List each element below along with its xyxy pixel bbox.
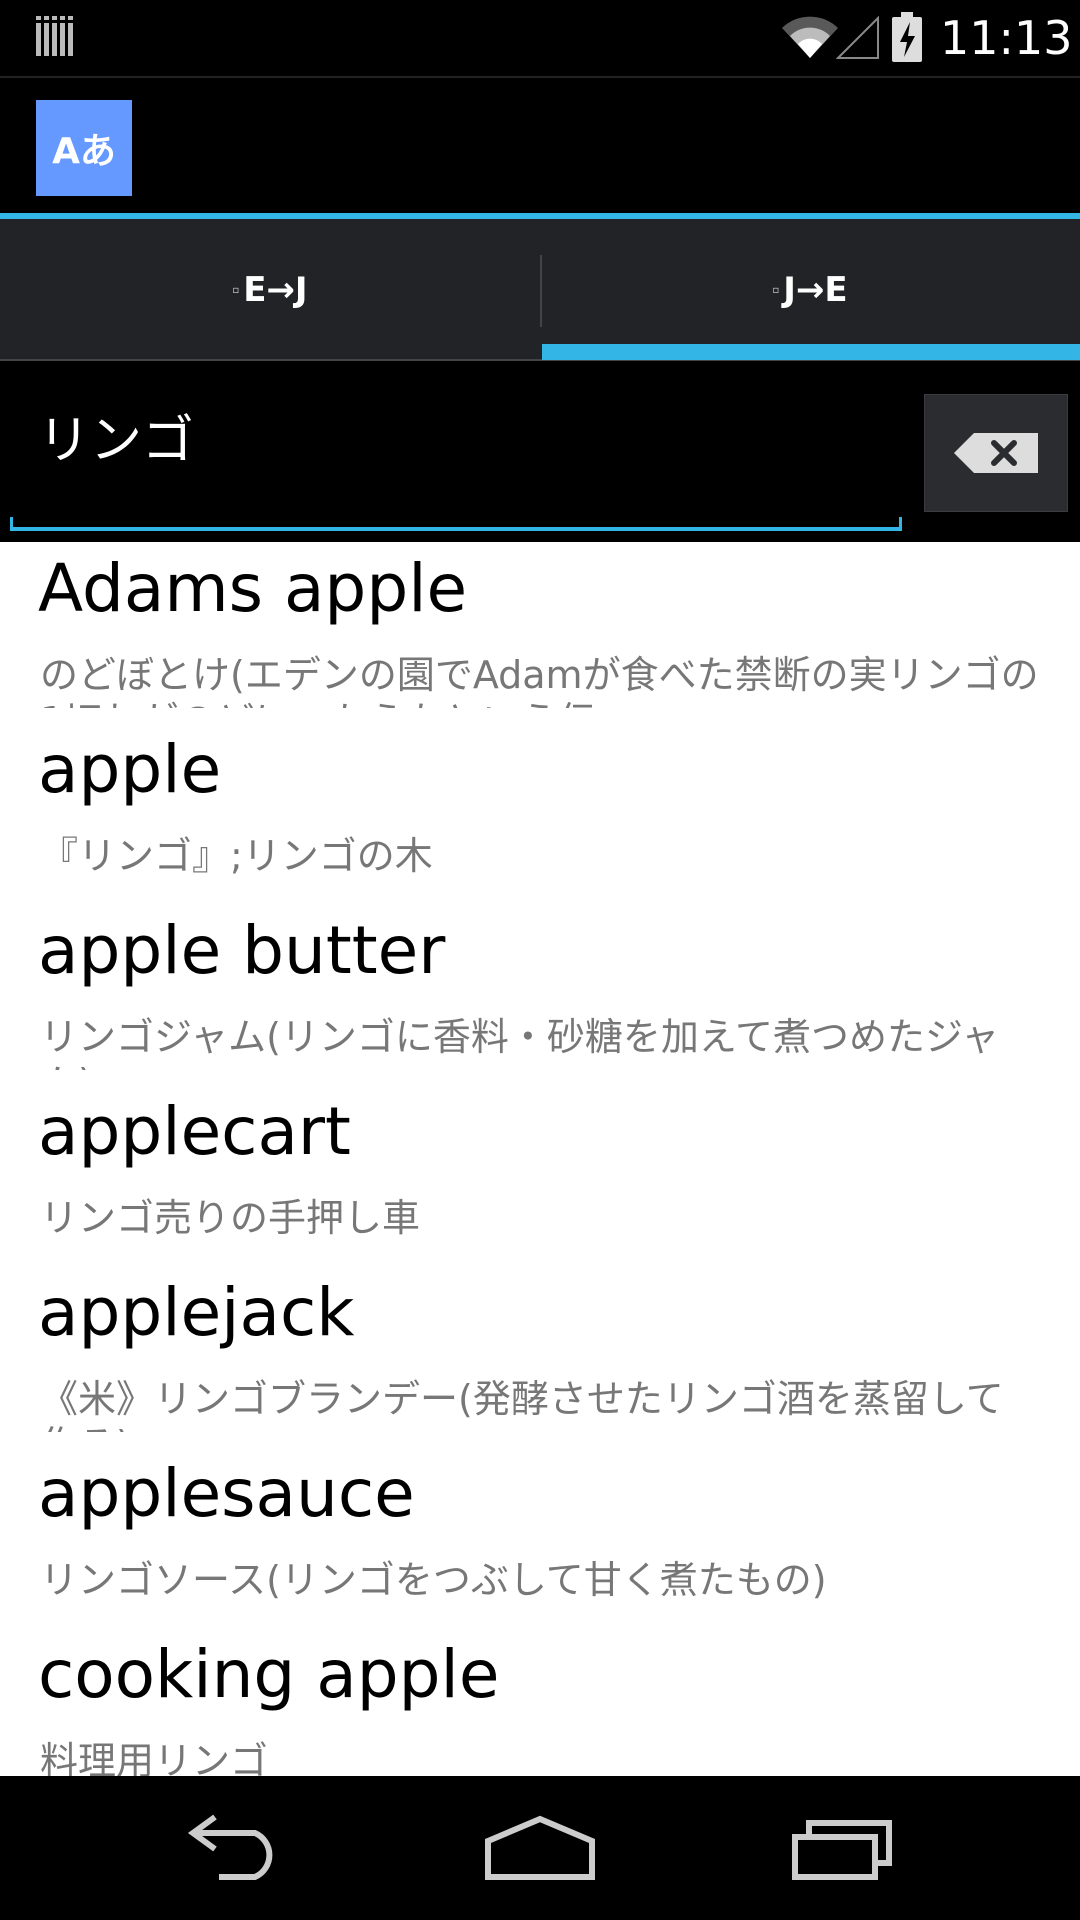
list-item[interactable]: applejack 《米》リンゴブランデー(発酵させたリンゴ酒を蒸留して作る) xyxy=(0,1266,1080,1447)
tab-j-to-e[interactable]: ▫ J→E xyxy=(540,219,1080,361)
result-definition: 料理用リンゴ xyxy=(40,1739,269,1776)
backspace-icon xyxy=(954,433,1038,473)
app-root: 11:13 Aあ ▫ E→J ▫ J→E Adams appl xyxy=(0,0,1080,1920)
recents-button[interactable] xyxy=(784,1798,904,1898)
result-word: applecart xyxy=(38,1093,351,1170)
search-area xyxy=(0,361,1080,542)
list-item[interactable]: apple 『リンゴ』;リンゴの木 xyxy=(0,723,1080,904)
result-definition: リンゴジャム(リンゴに香料・砂糖を加えて煮つめたジャム) xyxy=(40,1015,1000,1070)
list-item[interactable]: applecart リンゴ売りの手押し車 xyxy=(0,1085,1080,1266)
list-item[interactable]: applesauce リンゴソース(リンゴをつぶして甘く煮たもの) xyxy=(0,1447,1080,1628)
home-button[interactable] xyxy=(480,1798,600,1898)
status-time: 11:13 xyxy=(940,11,1073,65)
list-item[interactable]: Adams apple のどぼとけ(エデンの園でAdamが食べた禁断の実リンゴの… xyxy=(0,542,1080,723)
result-word: apple butter xyxy=(38,912,446,989)
notification-icon xyxy=(36,16,73,56)
tab-e-to-j[interactable]: ▫ E→J xyxy=(0,219,540,361)
results-list: Adams apple のどぼとけ(エデンの園でAdamが食べた禁断の実リンゴの… xyxy=(0,542,1080,1776)
battery-charging-icon xyxy=(892,12,922,62)
action-bar: Aあ xyxy=(0,76,1080,216)
result-word: apple xyxy=(38,731,222,808)
search-input[interactable] xyxy=(10,379,900,491)
navigation-bar xyxy=(0,1776,1080,1920)
back-button[interactable] xyxy=(180,1798,300,1898)
result-definition: リンゴソース(リンゴをつぶして甘く煮たもの) xyxy=(40,1558,827,1602)
back-icon xyxy=(187,1814,273,1880)
tab-bar: ▫ E→J ▫ J→E xyxy=(0,219,1080,361)
search-underline xyxy=(10,517,902,531)
result-definition: 『リンゴ』;リンゴの木 xyxy=(40,834,433,878)
result-definition: のどぼとけ(エデンの園でAdamが食べた禁断の実リンゴの1切れがのどにつかえたと… xyxy=(40,653,1039,708)
tab-label: J→E xyxy=(783,270,848,310)
result-word: cooking apple xyxy=(38,1636,500,1713)
app-icon[interactable]: Aあ xyxy=(36,100,132,196)
status-bar: 11:13 xyxy=(0,0,1080,76)
wifi-icon xyxy=(782,16,838,59)
tab-mini-icon: ▫ xyxy=(232,284,240,296)
list-item[interactable]: cooking apple 料理用リンゴ xyxy=(0,1628,1080,1776)
tab-mini-icon: ▫ xyxy=(772,284,780,296)
result-word: applejack xyxy=(38,1274,355,1351)
recents-icon xyxy=(792,1820,892,1880)
home-icon xyxy=(485,1815,595,1880)
result-definition: 《米》リンゴブランデー(発酵させたリンゴ酒を蒸留して作る) xyxy=(40,1377,1004,1432)
tab-label: E→J xyxy=(243,270,308,310)
signal-icon xyxy=(836,16,879,59)
clear-search-button[interactable] xyxy=(924,394,1068,512)
list-item[interactable]: apple butter リンゴジャム(リンゴに香料・砂糖を加えて煮つめたジャム… xyxy=(0,904,1080,1085)
result-definition: リンゴ売りの手押し車 xyxy=(40,1196,421,1240)
tab-selected-indicator xyxy=(542,344,1080,360)
result-word: applesauce xyxy=(38,1455,415,1532)
result-word: Adams apple xyxy=(38,550,468,627)
